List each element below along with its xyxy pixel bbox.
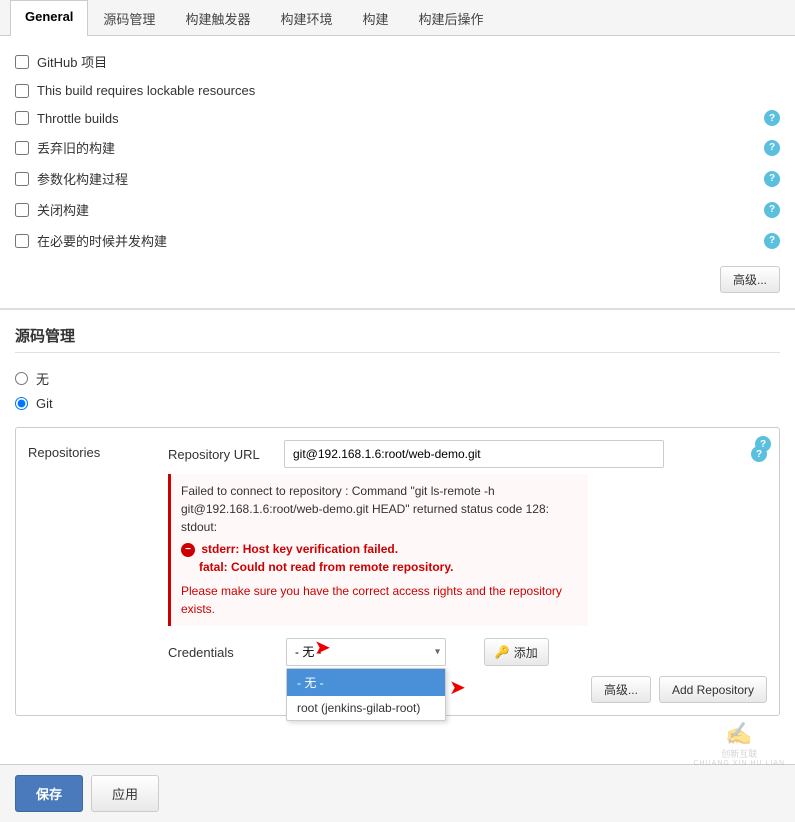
- help-icon-concurrent[interactable]: ?: [764, 233, 780, 249]
- tab-build[interactable]: 构建: [347, 0, 403, 36]
- checkbox-discard-label[interactable]: 丢弃旧的构建: [37, 138, 756, 157]
- checkbox-row-lockable: This build requires lockable resources: [15, 77, 780, 104]
- dropdown-item-root[interactable]: root (jenkins-gilab-root): [287, 696, 445, 720]
- radio-none-label[interactable]: 无: [36, 369, 49, 388]
- checkbox-row-disable: 关闭构建 ?: [15, 194, 780, 225]
- tab-build-trigger[interactable]: 构建触发器: [170, 0, 265, 36]
- repo-url-label: Repository URL: [168, 447, 278, 462]
- apply-button[interactable]: 应用: [91, 775, 159, 812]
- help-icon-throttle[interactable]: ?: [764, 110, 780, 126]
- tab-build-env[interactable]: 构建环境: [265, 0, 347, 36]
- watermark-icon: ✍: [725, 721, 753, 747]
- bottom-bar: 保存 应用: [0, 764, 795, 822]
- repos-form-row: Repositories Repository URL ? Failed to …: [28, 440, 767, 666]
- error-text5: Please make sure you have the correct ac…: [181, 582, 578, 618]
- main-container: General 源码管理 构建触发器 构建环境 构建 构建后操作 GitHub …: [0, 0, 795, 822]
- credentials-label: Credentials: [168, 645, 278, 660]
- watermark-text: 创新互联 CHUANG XIN HU LIAN: [693, 747, 785, 767]
- dropdown-item-none[interactable]: - 无 -: [287, 669, 445, 696]
- advanced-git-button[interactable]: 高级...: [591, 676, 651, 703]
- key-icon: 🔑: [495, 645, 510, 659]
- checkbox-github[interactable]: [15, 55, 29, 69]
- radio-none[interactable]: [15, 372, 28, 385]
- checkbox-row-parameterized: 参数化构建过程 ?: [15, 163, 780, 194]
- credentials-select[interactable]: - 无 - root (jenkins-gilab-root): [286, 638, 446, 666]
- add-credential-button[interactable]: 🔑 添加: [484, 638, 549, 666]
- add-repository-button[interactable]: Add Repository: [659, 676, 767, 703]
- repos-label: Repositories: [28, 440, 168, 460]
- tab-post-build[interactable]: 构建后操作: [403, 0, 498, 36]
- checkbox-parameterized-label[interactable]: 参数化构建过程: [37, 169, 756, 188]
- radio-git-label[interactable]: Git: [36, 396, 53, 411]
- credentials-dropdown: - 无 - root (jenkins-gilab-root): [286, 668, 446, 721]
- scm-title: 源码管理: [15, 325, 780, 353]
- help-icon-parameterized[interactable]: ?: [764, 171, 780, 187]
- checkbox-throttle-label[interactable]: Throttle builds: [37, 111, 756, 126]
- checkbox-lockable[interactable]: [15, 84, 29, 98]
- error-block: Failed to connect to repository : Comman…: [168, 474, 588, 626]
- checkbox-lockable-label[interactable]: This build requires lockable resources: [37, 83, 780, 98]
- advanced-button[interactable]: 高级...: [720, 266, 780, 293]
- credentials-select-wrap: - 无 - root (jenkins-gilab-root) ▾ - 无 - …: [286, 638, 446, 666]
- scm-section: 源码管理 无 Git ? Repositories Repository: [0, 310, 795, 731]
- checkbox-concurrent[interactable]: [15, 234, 29, 248]
- error-icon: −: [181, 543, 195, 557]
- error-text2: stdout:: [181, 518, 578, 536]
- arrow-pointer-root: ➤: [314, 637, 331, 659]
- save-button[interactable]: 保存: [15, 775, 83, 812]
- radio-row-git: Git: [15, 392, 780, 415]
- radio-git[interactable]: [15, 397, 28, 410]
- tab-general[interactable]: General: [10, 0, 88, 36]
- checkbox-github-label[interactable]: GitHub 项目: [37, 52, 780, 71]
- repo-url-input[interactable]: [284, 440, 664, 468]
- error-text4: fatal: Could not read from remote reposi…: [199, 558, 578, 576]
- checkbox-disable[interactable]: [15, 203, 29, 217]
- checkbox-row-concurrent: 在必要的时候并发构建 ?: [15, 225, 780, 256]
- help-icon-discard[interactable]: ?: [764, 140, 780, 156]
- tabs-bar: General 源码管理 构建触发器 构建环境 构建 构建后操作: [0, 0, 795, 36]
- checkbox-throttle[interactable]: [15, 111, 29, 125]
- help-icon-url[interactable]: ?: [751, 446, 767, 462]
- checkbox-row-discard: 丢弃旧的构建 ?: [15, 132, 780, 163]
- general-section: GitHub 项目 This build requires lockable r…: [0, 36, 795, 310]
- git-config-block: ? Repositories Repository URL ? Failed t…: [15, 427, 780, 716]
- checkbox-discard[interactable]: [15, 141, 29, 155]
- help-icon-disable[interactable]: ?: [764, 202, 780, 218]
- add-credential-label: 添加: [514, 644, 538, 661]
- checkbox-row-throttle: Throttle builds ?: [15, 104, 780, 132]
- error-text3: stderr: Host key verification failed.: [201, 542, 398, 556]
- repos-content: Repository URL ? Failed to connect to re…: [168, 440, 767, 666]
- checkbox-concurrent-label[interactable]: 在必要的时候并发构建: [37, 231, 756, 250]
- radio-row-none: 无: [15, 365, 780, 392]
- arrow-pointer-add: ➤: [449, 675, 466, 700]
- checkbox-parameterized[interactable]: [15, 172, 29, 186]
- checkbox-row-github: GitHub 项目: [15, 46, 780, 77]
- tab-scm[interactable]: 源码管理: [88, 0, 170, 36]
- checkbox-disable-label[interactable]: 关闭构建: [37, 200, 756, 219]
- watermark: ✍ 创新互联 CHUANG XIN HU LIAN: [693, 721, 785, 767]
- error-text1: Failed to connect to repository : Comman…: [181, 482, 578, 518]
